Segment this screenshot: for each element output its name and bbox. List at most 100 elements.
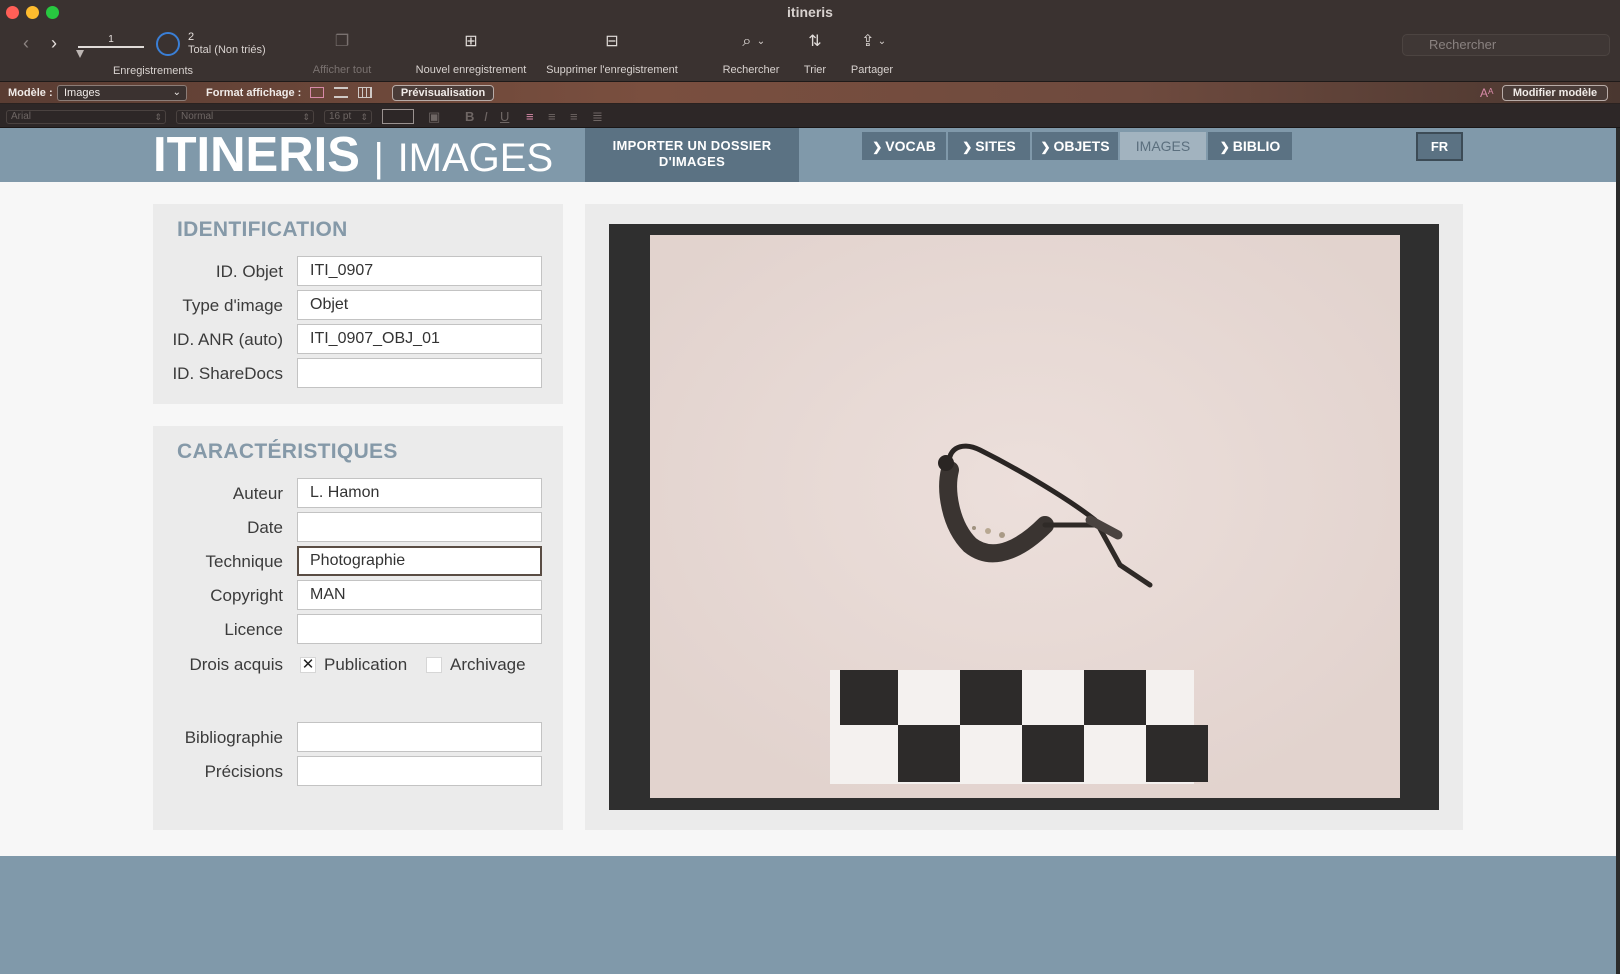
tab-biblio-label: BIBLIO: [1232, 138, 1281, 154]
window-toolbar: itineris ‹ › 1 2 Total (Non triés) Enreg…: [0, 0, 1620, 82]
tab-sites-label: SITES: [975, 138, 1016, 154]
chevron-right-icon: ❯: [962, 140, 973, 154]
import-label-line1: IMPORTER UN DOSSIER: [612, 138, 772, 153]
edit-layout-button[interactable]: Modifier modèle: [1502, 85, 1608, 101]
id-anr-field[interactable]: ITI_0907_OBJ_01: [297, 324, 542, 354]
language-button[interactable]: FR: [1416, 132, 1463, 161]
show-all-icon: ❐: [334, 33, 350, 50]
italic-icon[interactable]: I: [484, 109, 488, 124]
align-left-icon[interactable]: ≡: [526, 109, 534, 124]
sort-label: Trier: [803, 64, 827, 76]
share-icon: ⇪: [861, 33, 875, 50]
tab-images-label: IMAGES: [1135, 138, 1191, 154]
format-label: Format affichage :: [206, 87, 302, 99]
record-total: Total (Non triés): [188, 44, 266, 56]
tab-objets[interactable]: ❯ OBJETS: [1032, 132, 1118, 160]
align-justify-icon[interactable]: ≣: [592, 109, 603, 125]
copyright-label: Copyright: [210, 586, 283, 605]
sort-icon: ⇅: [808, 33, 822, 50]
image-container[interactable]: [609, 224, 1439, 810]
brand-section: IMAGES: [397, 136, 554, 180]
publication-checkbox[interactable]: ✕: [300, 657, 316, 673]
share-label: Partager: [850, 64, 894, 76]
show-all-button[interactable]: ❐ Afficher tout: [300, 32, 384, 76]
size-select[interactable]: 16 pt ⇕: [324, 110, 372, 124]
text-color-swatch[interactable]: [382, 109, 414, 124]
characteristics-panel: CARACTÉRISTIQUES Auteur L. Hamon Date Te…: [153, 426, 563, 830]
format-bar: Arial ⇕ Normal ⇕ 16 pt ⇕ ▣ B I U ≡ ≡ ≡ ≣: [0, 104, 1620, 128]
updown-icon: ⇕: [302, 112, 310, 122]
details-label: Précisions: [204, 762, 283, 781]
licence-field[interactable]: [297, 614, 542, 644]
author-field[interactable]: L. Hamon: [297, 478, 542, 508]
brand-separator: |: [373, 136, 384, 180]
underline-icon[interactable]: U: [500, 109, 509, 124]
model-value: Images: [64, 87, 101, 99]
align-center-icon[interactable]: ≡: [548, 109, 556, 124]
bold-icon[interactable]: B: [465, 109, 474, 124]
identification-panel: IDENTIFICATION ID. Objet ITI_0907 Type d…: [153, 204, 563, 404]
tab-objets-label: OBJETS: [1053, 138, 1110, 154]
record-slider-thumb[interactable]: [76, 50, 84, 58]
technique-field[interactable]: Photographie: [297, 546, 542, 576]
model-select[interactable]: Images ⌄: [57, 85, 187, 101]
align-right-icon[interactable]: ≡: [570, 109, 578, 124]
find-menu-chevron-icon[interactable]: ⌄: [757, 36, 765, 47]
model-label: Modèle :: [8, 87, 53, 99]
new-record-label: Nouvel enregistrement: [415, 64, 527, 76]
chevron-right-icon: ❯: [872, 140, 883, 154]
publication-label: Publication: [324, 655, 408, 674]
tab-vocab[interactable]: ❯ VOCAB: [862, 132, 946, 160]
tab-biblio[interactable]: ❯ BIBLIO: [1208, 132, 1292, 160]
form-view-icon[interactable]: [310, 87, 324, 98]
size-value: 16 pt: [329, 111, 352, 122]
record-number-field[interactable]: 1: [78, 34, 144, 48]
chevron-down-icon: ⌄: [172, 87, 181, 98]
rights-label: Drois acquis: [189, 655, 283, 674]
previous-record-icon[interactable]: ‹: [18, 34, 34, 52]
text-highlight-icon[interactable]: ▣: [428, 109, 440, 125]
delete-record-button[interactable]: ⊟ Supprimer l'enregistrement: [538, 32, 686, 76]
table-view-icon[interactable]: [358, 87, 372, 98]
updown-icon: ⇕: [154, 112, 162, 122]
style-select[interactable]: Normal ⇕: [176, 110, 314, 124]
text-format-icon[interactable]: Aᴬ: [1480, 86, 1493, 100]
find-label: Rechercher: [722, 64, 780, 76]
font-value: Arial: [11, 111, 32, 122]
records-caption: Enregistrements: [112, 65, 194, 77]
new-record-button[interactable]: ⊞ Nouvel enregistrement: [408, 32, 534, 76]
delete-record-label: Supprimer l'enregistrement: [546, 64, 678, 76]
author-label: Auteur: [232, 484, 283, 503]
archivage-label: Archivage: [450, 655, 526, 674]
date-field[interactable]: [297, 512, 542, 542]
import-folder-button[interactable]: IMPORTER UN DOSSIER D'IMAGES: [585, 128, 799, 182]
layout-content: ITINERIS | IMAGES IMPORTER UN DOSSIER D'…: [0, 128, 1616, 974]
archivage-checkbox[interactable]: [426, 657, 442, 673]
copyright-field[interactable]: MAN: [297, 580, 542, 610]
fibula-photo-illustration: [650, 235, 1400, 798]
image-panel: [585, 204, 1463, 830]
window-title: itineris: [787, 4, 833, 20]
find-button[interactable]: ⌕ ⌄ Rechercher: [716, 32, 786, 76]
search-field[interactable]: Rechercher: [1402, 34, 1610, 56]
photo-scale-bar: [830, 670, 1208, 784]
header-band: ITINERIS | IMAGES IMPORTER UN DOSSIER D'…: [0, 128, 1616, 182]
details-field[interactable]: [297, 756, 542, 786]
preview-button[interactable]: Prévisualisation: [392, 85, 494, 101]
bibliography-field[interactable]: [297, 722, 542, 752]
style-value: Normal: [181, 111, 214, 122]
id-objet-field[interactable]: ITI_0907: [297, 256, 542, 286]
sort-button[interactable]: ⇅ Trier: [796, 32, 834, 76]
next-record-icon[interactable]: ›: [46, 34, 62, 52]
brand-main: ITINERIS: [153, 128, 360, 182]
image-type-field[interactable]: Objet: [297, 290, 542, 320]
share-menu-chevron-icon[interactable]: ⌄: [878, 36, 886, 47]
list-view-icon[interactable]: [334, 87, 348, 98]
tab-images[interactable]: IMAGES: [1120, 132, 1206, 160]
font-select[interactable]: Arial ⇕: [6, 110, 166, 124]
characteristics-title: CARACTÉRISTIQUES: [177, 440, 398, 463]
id-sharedocs-field[interactable]: [297, 358, 542, 388]
technique-label: Technique: [205, 552, 283, 571]
share-button[interactable]: ⇪ ⌄ Partager: [846, 32, 898, 76]
tab-sites[interactable]: ❯ SITES: [948, 132, 1030, 160]
